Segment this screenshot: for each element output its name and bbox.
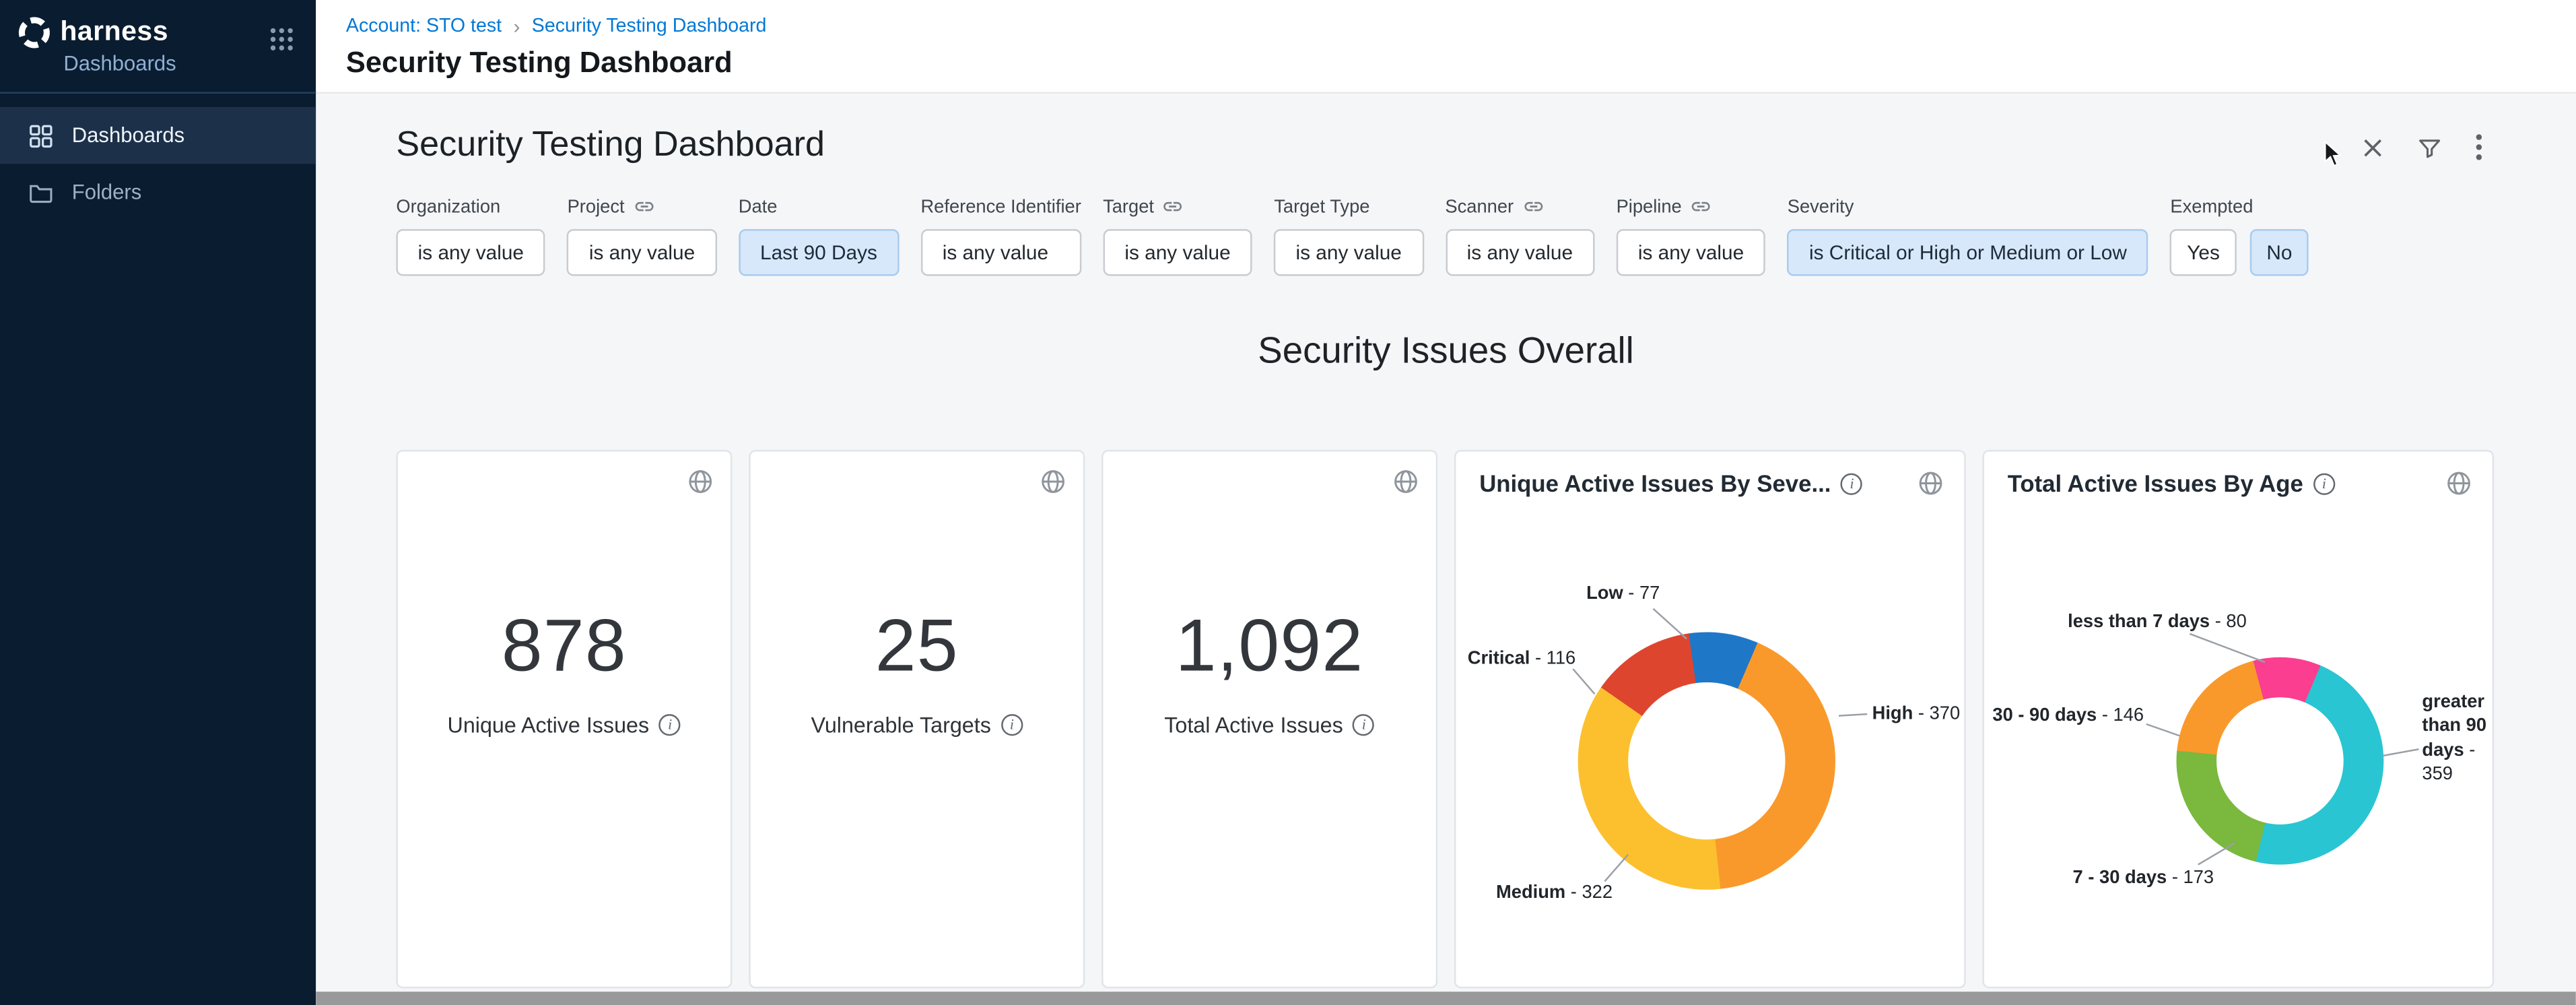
main-area: Account: STO test › Security Testing Das… xyxy=(316,0,2576,1005)
filter-date-value[interactable]: Last 90 Days xyxy=(739,229,899,276)
callout-less-than-7-days: less than 7 days - 80 xyxy=(2068,612,2247,633)
dashboard-title: Security Testing Dashboard xyxy=(316,94,2576,166)
sidebar-item-label: Dashboards xyxy=(72,124,184,148)
folder-icon xyxy=(28,180,53,205)
filter-reference-identifier-value[interactable]: is any value xyxy=(920,229,1081,276)
section-title: Security Issues Overall xyxy=(316,329,2576,373)
filter-target: Target is any value xyxy=(1103,195,1252,275)
filter-pipeline: Pipeline is any value xyxy=(1617,195,1766,275)
callout-greater-than-90-days: greater than 90 days - 359 xyxy=(2422,690,2502,786)
sidebar-nav: Dashboards Folders xyxy=(0,94,316,221)
link-icon xyxy=(1162,195,1184,217)
stat-value: 878 xyxy=(398,606,731,689)
info-icon[interactable]: i xyxy=(659,714,681,736)
breadcrumb-separator: › xyxy=(513,15,520,38)
tile-issues-by-severity: Unique Active Issues By Seve... i Low - … xyxy=(1454,450,1966,988)
stat-label: Unique Active Issues xyxy=(448,713,650,738)
filter-date: Date Last 90 Days xyxy=(739,197,899,276)
tiles-row: 878 Unique Active Issues i 25 Vulnerable… xyxy=(316,450,2576,988)
close-icon[interactable] xyxy=(2362,136,2383,158)
info-icon[interactable]: i xyxy=(1841,472,1862,494)
severity-donut-chart[interactable] xyxy=(1578,632,1835,889)
callout-high: High - 370 xyxy=(1872,704,1961,724)
sidebar-item-dashboards[interactable]: Dashboards xyxy=(0,107,316,164)
chart-title: Total Active Issues By Age xyxy=(2008,470,2303,497)
filter-label: Date xyxy=(739,197,899,218)
page-title: Security Testing Dashboard xyxy=(346,45,2576,80)
filter-label: Organization xyxy=(396,197,545,218)
filter-severity: Severity is Critical or High or Medium o… xyxy=(1788,197,2148,276)
filter-scanner: Scanner is any value xyxy=(1445,195,1594,275)
callout-critical: Critical - 116 xyxy=(1468,649,1575,669)
globe-icon[interactable] xyxy=(1918,470,1944,497)
page-header: Account: STO test › Security Testing Das… xyxy=(316,0,2576,94)
globe-icon[interactable] xyxy=(1040,468,1066,495)
stat-label: Total Active Issues xyxy=(1164,713,1343,738)
filter-label: Severity xyxy=(1788,197,2148,218)
breadcrumb: Account: STO test › Security Testing Das… xyxy=(346,15,2576,38)
link-icon xyxy=(1522,195,1544,217)
dashboards-icon xyxy=(28,123,53,148)
globe-icon[interactable] xyxy=(2445,470,2472,497)
callout-medium: Medium - 322 xyxy=(1496,883,1613,903)
info-icon[interactable]: i xyxy=(1353,714,1375,736)
sidebar-header: harness Dashboards xyxy=(0,0,316,94)
filter-project-value[interactable]: is any value xyxy=(568,229,717,276)
callout-7-30-days: 7 - 30 days - 173 xyxy=(2073,868,2214,888)
filter-severity-value[interactable]: is Critical or High or Medium or Low xyxy=(1788,229,2148,276)
filter-label: Target xyxy=(1103,197,1154,217)
age-donut-chart[interactable] xyxy=(2176,657,2383,865)
tile-unique-active-issues: 878 Unique Active Issues i xyxy=(396,450,732,988)
filter-exempted: Exempted Yes No xyxy=(2170,197,2309,276)
sidebar-item-folders[interactable]: Folders xyxy=(0,164,316,220)
exempted-no-button[interactable]: No xyxy=(2250,229,2309,276)
filter-target-type-value[interactable]: is any value xyxy=(1274,229,1423,276)
info-icon[interactable]: i xyxy=(2313,472,2335,494)
filter-project: Project is any value xyxy=(568,195,717,275)
sidebar-item-label: Folders xyxy=(72,181,141,204)
filter-label: Exempted xyxy=(2170,197,2309,218)
link-icon xyxy=(633,195,654,217)
tile-vulnerable-targets: 25 Vulnerable Targets i xyxy=(749,450,1085,988)
filter-reference-identifier: Reference Identifier is any value xyxy=(920,197,1081,276)
filter-organization-value[interactable]: is any value xyxy=(396,229,545,276)
breadcrumb-page-link[interactable]: Security Testing Dashboard xyxy=(532,17,767,37)
filter-label: Scanner xyxy=(1445,197,1514,217)
screen: harness Dashboards Dashboards xyxy=(0,0,2576,1005)
filter-organization: Organization is any value xyxy=(396,197,545,276)
stat-value: 25 xyxy=(751,606,1083,689)
filter-label: Reference Identifier xyxy=(920,197,1081,218)
filter-scanner-value[interactable]: is any value xyxy=(1445,229,1594,276)
callout-30-90-days: 30 - 90 days - 146 xyxy=(1992,706,2144,726)
tile-issues-by-age: Total Active Issues By Age i less than 7 xyxy=(1982,450,2494,988)
exempted-yes-button[interactable]: Yes xyxy=(2170,229,2236,276)
globe-icon[interactable] xyxy=(1392,468,1419,495)
stat-value: 1,092 xyxy=(1104,606,1436,689)
filter-target-value[interactable]: is any value xyxy=(1103,229,1252,276)
brand-wordmark: harness xyxy=(60,17,168,48)
globe-icon[interactable] xyxy=(687,468,714,495)
horizontal-scrollbar[interactable] xyxy=(316,992,2576,1005)
stat-label: Vulnerable Targets xyxy=(811,713,990,738)
callout-low: Low - 77 xyxy=(1586,583,1660,604)
info-icon[interactable]: i xyxy=(1001,714,1023,736)
filter-bar: Organization is any value Project is any… xyxy=(316,166,2576,276)
chart-title: Unique Active Issues By Seve... xyxy=(1479,470,1831,497)
dashboard-toolbar xyxy=(2362,134,2482,161)
filter-label: Project xyxy=(568,197,625,217)
sidebar: harness Dashboards Dashboards xyxy=(0,0,316,1005)
filter-pipeline-value[interactable]: is any value xyxy=(1617,229,1766,276)
breadcrumb-account-link[interactable]: Account: STO test xyxy=(346,17,502,37)
filter-label: Target Type xyxy=(1274,197,1423,218)
filter-target-type: Target Type is any value xyxy=(1274,197,1423,276)
module-name[interactable]: Dashboards xyxy=(63,52,296,75)
link-icon xyxy=(1690,195,1711,217)
dashboard-embed: Security Testing Dashboard Organization xyxy=(316,94,2576,1005)
harness-logo-icon[interactable] xyxy=(17,15,52,50)
filter-icon[interactable] xyxy=(2417,135,2442,160)
module-switcher-grid-icon[interactable] xyxy=(269,27,294,52)
tile-total-active-issues: 1,092 Total Active Issues i xyxy=(1101,450,1437,988)
kebab-menu-icon[interactable] xyxy=(2476,134,2482,161)
filter-label: Pipeline xyxy=(1617,197,1682,217)
